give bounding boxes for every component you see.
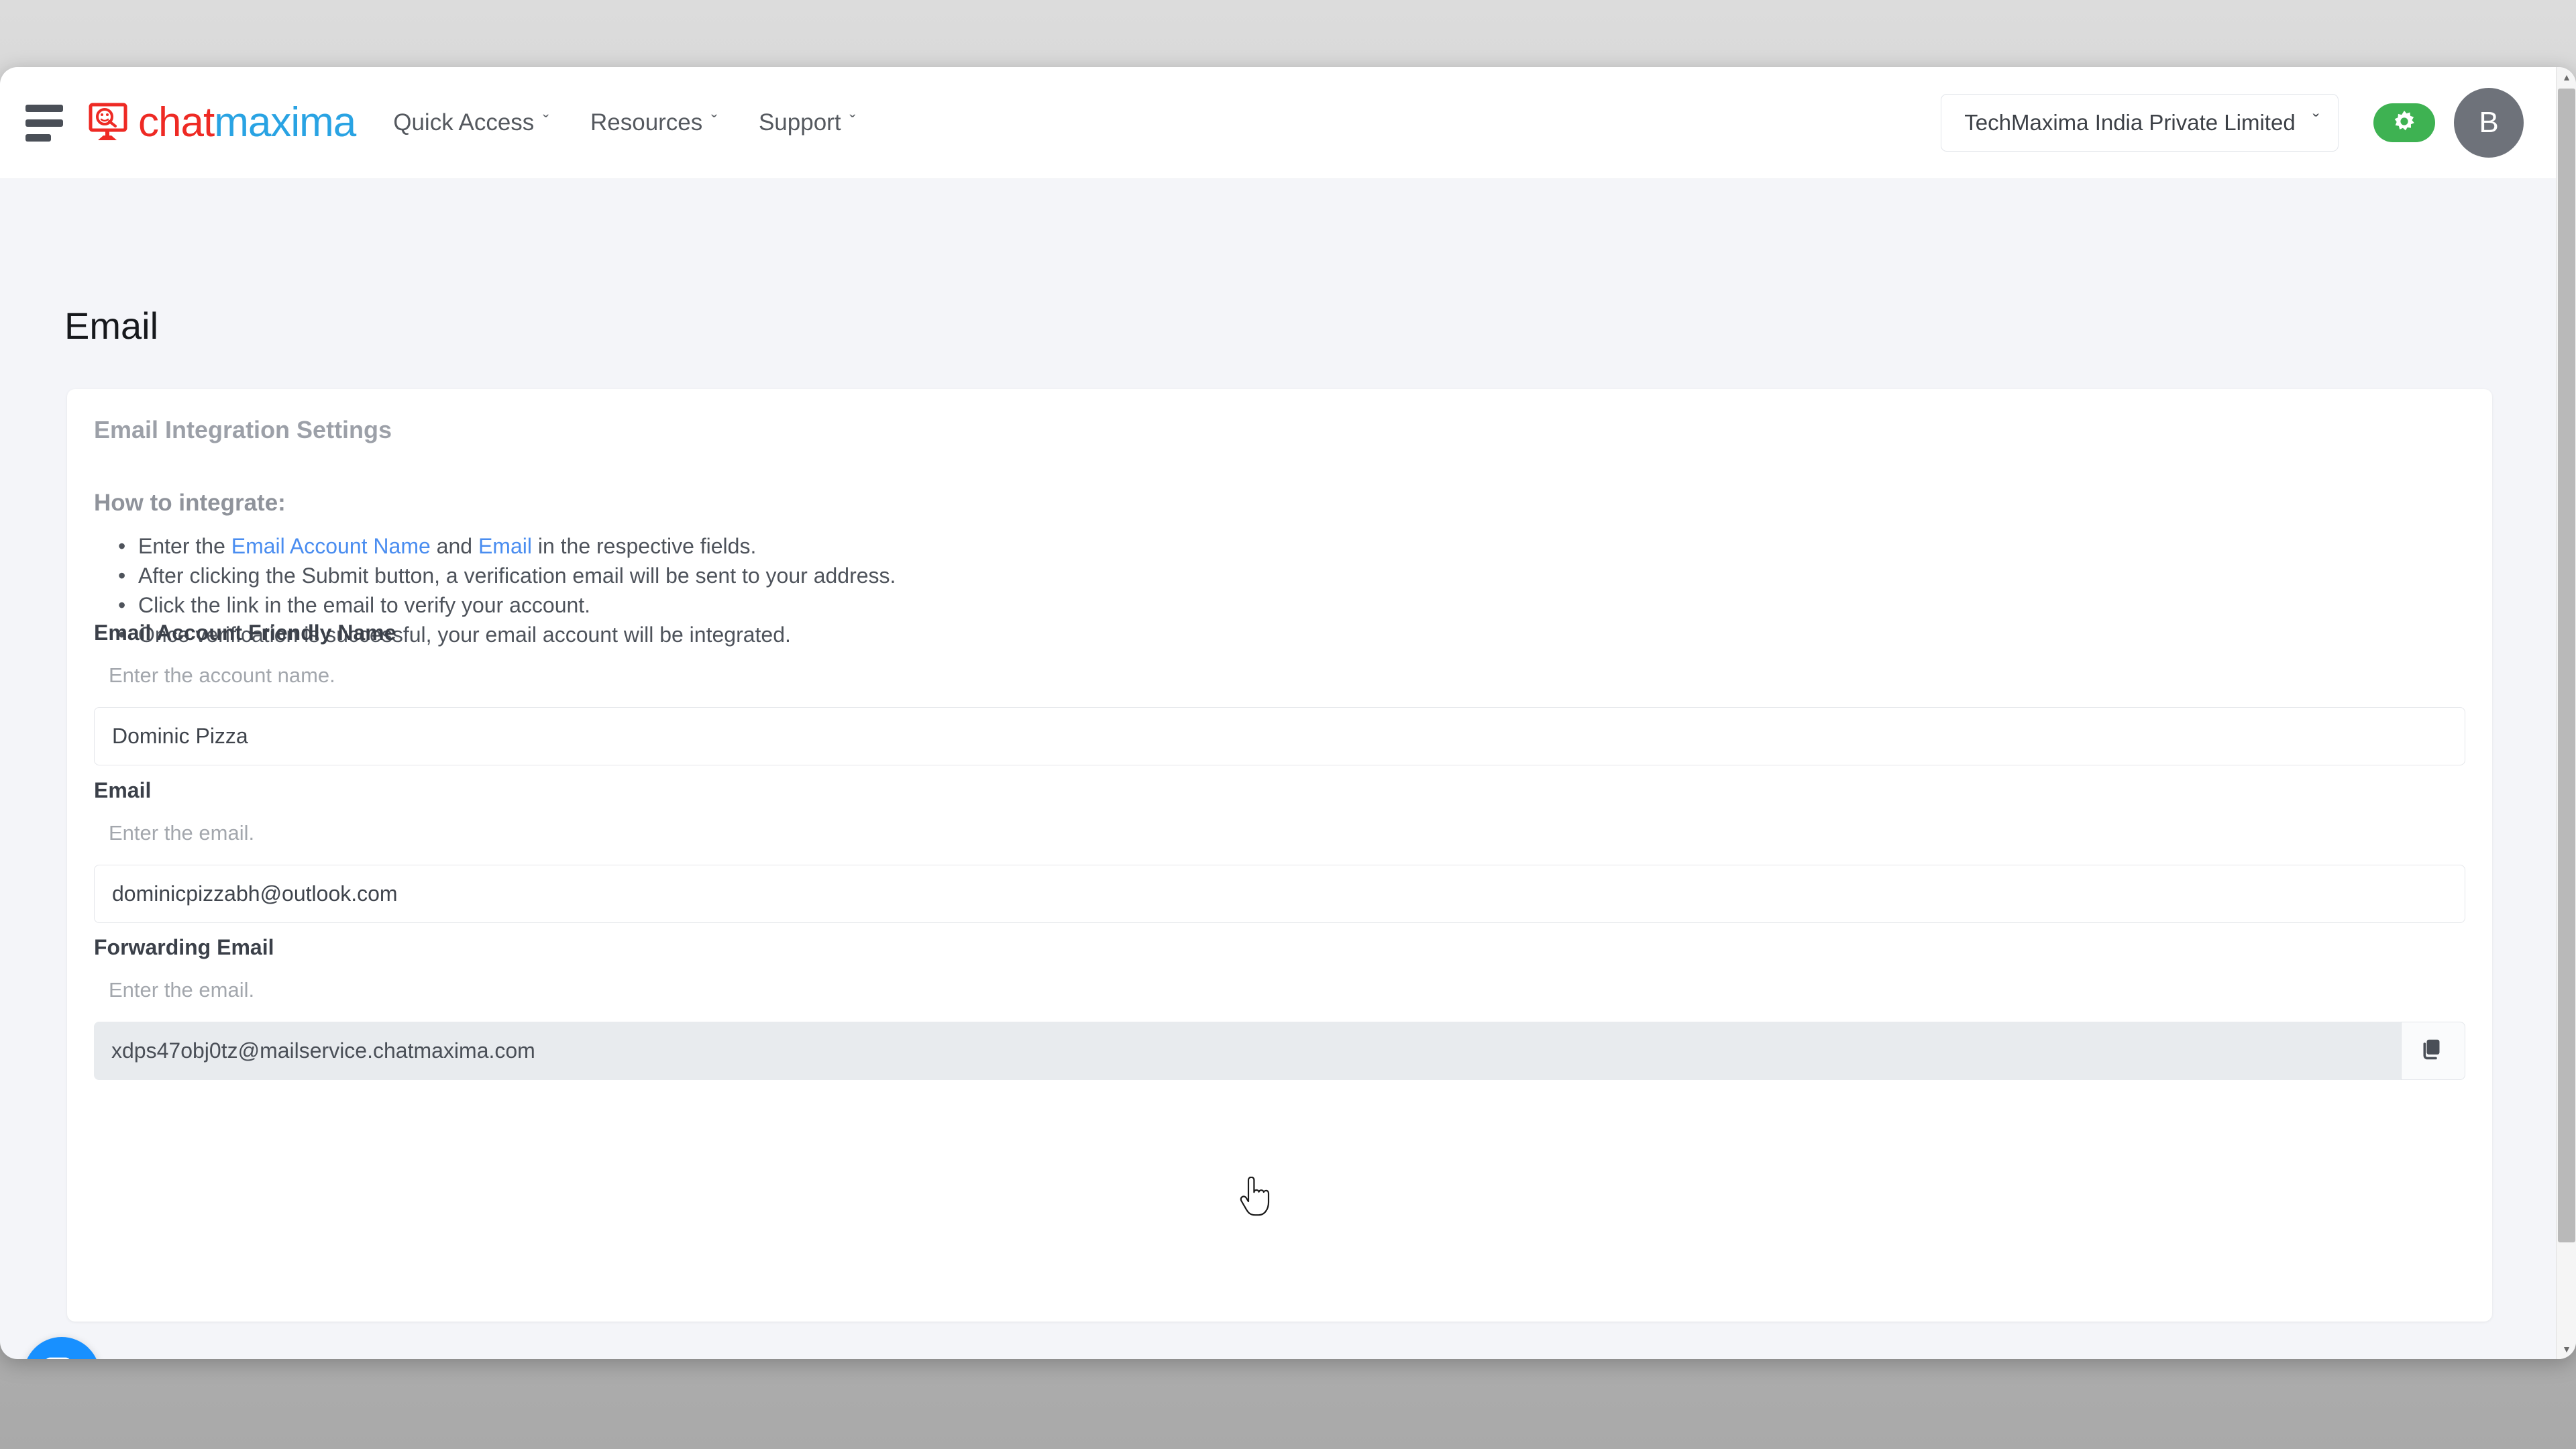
brand-logo-text: chatmaxima <box>138 102 356 144</box>
scroll-up-arrow[interactable]: ▲ <box>2557 67 2576 87</box>
email-label: Email <box>94 778 152 802</box>
vertical-scrollbar[interactable]: ▲ ▼ <box>2556 67 2576 1359</box>
logo-text-maxima: maxima <box>214 99 356 146</box>
scroll-down-arrow[interactable]: ▼ <box>2557 1339 2576 1359</box>
logo-text-chat: chat <box>138 99 215 146</box>
card-title: Email Integration Settings <box>94 416 392 443</box>
hamburger-bar-3 <box>25 133 51 142</box>
account-name-hint: Enter the account name. <box>109 663 335 687</box>
field-group-forwarding-email: Forwarding Email Enter the email. xdps47… <box>94 935 2465 1080</box>
chevron-down-icon: ˇ <box>543 111 549 131</box>
email-integration-card: Email Integration Settings How to integr… <box>67 389 2492 1322</box>
scroll-thumb[interactable] <box>2558 89 2575 1242</box>
hamburger-menu-icon[interactable] <box>25 104 66 142</box>
app-window: chatmaxima Quick Access ˇ Resources ˇ Su… <box>0 67 2576 1359</box>
brand-logo[interactable]: chatmaxima <box>89 102 356 144</box>
email-input[interactable] <box>94 865 2465 923</box>
hamburger-bar-2 <box>25 119 63 127</box>
chevron-down-icon: ˇ <box>2312 111 2319 131</box>
link-email-account-name[interactable]: Email Account Name <box>231 534 431 558</box>
chatmaxima-monitor-logo-icon <box>89 103 131 143</box>
chevron-down-icon: ˇ <box>711 111 717 131</box>
nav-item-resources-label: Resources <box>590 109 703 136</box>
list-item: Enter the Email Account Name and Email i… <box>114 531 896 561</box>
hamburger-bar-1 <box>25 104 63 112</box>
step-1-middle: and <box>430 534 478 558</box>
forwarding-email-label: Forwarding Email <box>94 935 274 959</box>
organization-selector-value: TechMaxima India Private Limited <box>1964 110 2296 135</box>
copy-icon <box>2420 1036 2446 1065</box>
organization-selector[interactable]: TechMaxima India Private Limited ˇ <box>1941 94 2339 152</box>
chat-bubbles-icon <box>41 1353 83 1359</box>
page-title: Email <box>64 305 159 347</box>
avatar-initial: B <box>2479 106 2499 139</box>
field-group-account-name: Email Account Friendly Name Enter the ac… <box>94 621 2465 765</box>
nav-item-quick-access-label: Quick Access <box>393 109 535 136</box>
settings-toggle-button[interactable] <box>2373 103 2435 142</box>
step-2-text: After clicking the Submit button, a veri… <box>138 564 896 588</box>
forwarding-email-value: xdps47obj0tz@mailservice.chatmaxima.com <box>94 1022 2401 1080</box>
step-3-text: Click the link in the email to verify yo… <box>138 593 591 617</box>
nav-item-support[interactable]: Support ˇ <box>759 109 855 136</box>
field-group-email: Email Enter the email. <box>94 778 2465 923</box>
forwarding-email-hint: Enter the email. <box>109 978 255 1002</box>
gear-icon <box>2392 109 2416 137</box>
how-to-integrate-heading: How to integrate: <box>94 490 286 516</box>
email-hint: Enter the email. <box>109 821 255 845</box>
top-navbar: chatmaxima Quick Access ˇ Resources ˇ Su… <box>0 67 2556 179</box>
avatar[interactable]: B <box>2454 88 2524 158</box>
chat-widget-button[interactable] <box>23 1337 100 1359</box>
chevron-down-icon: ˇ <box>849 111 856 131</box>
step-1-suffix: in the respective fields. <box>531 534 757 558</box>
forwarding-email-row: xdps47obj0tz@mailservice.chatmaxima.com <box>94 1022 2465 1080</box>
copy-button[interactable] <box>2401 1022 2465 1080</box>
nav-item-support-label: Support <box>758 109 841 136</box>
account-name-label: Email Account Friendly Name <box>94 621 396 645</box>
step-1-prefix: Enter the <box>138 534 231 558</box>
link-email[interactable]: Email <box>478 534 532 558</box>
list-item: After clicking the Submit button, a veri… <box>114 561 896 590</box>
nav-item-resources[interactable]: Resources ˇ <box>590 109 717 136</box>
nav-item-quick-access[interactable]: Quick Access ˇ <box>393 109 549 136</box>
list-item: Click the link in the email to verify yo… <box>114 590 896 620</box>
navbar-right-group: TechMaxima India Private Limited ˇ B <box>1941 88 2556 158</box>
account-name-input[interactable] <box>94 707 2465 765</box>
